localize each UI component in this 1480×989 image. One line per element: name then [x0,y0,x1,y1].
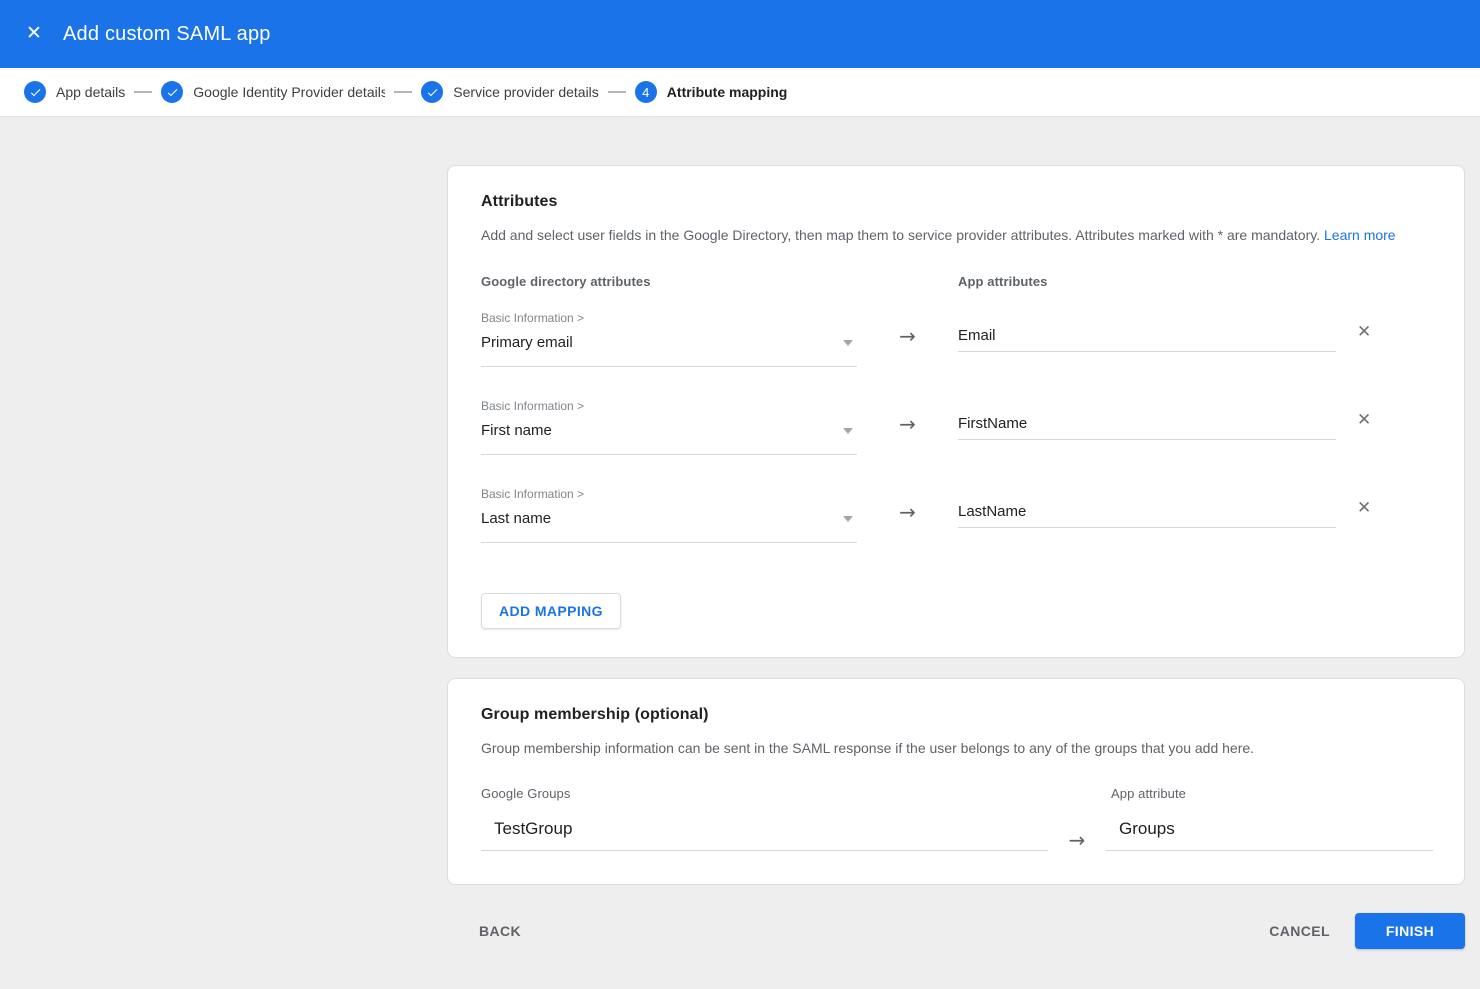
mapping-row: Basic Information > Last name → ✕ [481,487,1431,543]
arrow-right-icon: → [1069,830,1086,850]
dropdown-arrow-icon [843,428,853,434]
group-membership-card: Group membership (optional) Group member… [447,678,1465,885]
step-app-details[interactable]: App details [24,81,125,103]
stepper: App details Google Identity Provider det… [0,68,1480,117]
attribute-select-value: Primary email [481,333,573,353]
column-headers: Google directory attributes App attribut… [481,274,1431,289]
remove-mapping-icon[interactable]: ✕ [1353,408,1375,433]
arrow-right-icon: → [899,326,916,346]
close-icon[interactable]: ✕ [14,14,54,54]
directory-attribute-select[interactable]: Basic Information > First name [481,399,857,455]
step-attribute-mapping[interactable]: 4 Attribute mapping [635,81,788,103]
dialog-title: Add custom SAML app [63,23,271,46]
directory-attribute-select[interactable]: Basic Information > Primary email [481,311,857,367]
group-app-attribute-input[interactable] [1106,819,1433,851]
app-attribute-input[interactable] [958,327,1336,352]
step-number-badge: 4 [635,81,657,103]
attribute-category-label: Basic Information > [481,487,857,502]
app-attribute-input[interactable] [958,503,1336,528]
dialog-header: ✕ Add custom SAML app [0,0,1480,68]
app-attribute-label: App attribute [1111,786,1433,801]
group-app-attribute-field: App attribute [1106,786,1433,851]
footer-actions: BACK CANCEL FINISH [447,913,1465,949]
finish-button[interactable]: FINISH [1355,913,1465,949]
google-groups-label: Google Groups [481,786,1048,801]
attribute-category-label: Basic Information > [481,399,857,414]
google-groups-input[interactable] [481,819,1048,851]
arrow-right-icon: → [899,414,916,434]
mapping-row: Basic Information > First name → ✕ [481,399,1431,455]
group-mapping-row: Google Groups → App attribute [481,786,1431,851]
remove-mapping-icon[interactable]: ✕ [1353,320,1375,345]
step-connector [608,91,626,93]
step-connector [394,91,412,93]
step-label: App details [56,84,125,100]
attribute-select-value: Last name [481,509,551,529]
step-label: Google Identity Provider details [193,84,385,100]
dropdown-arrow-icon [843,340,853,346]
attributes-card: Attributes Add and select user fields in… [447,165,1465,658]
step-connector [134,91,152,93]
attributes-card-description: Add and select user fields in the Google… [481,225,1431,245]
add-mapping-button[interactable]: ADD MAPPING [481,593,621,629]
cancel-button[interactable]: CANCEL [1261,915,1338,947]
arrow-right-icon: → [899,502,916,522]
remove-mapping-icon[interactable]: ✕ [1353,496,1375,521]
main-content: Attributes Add and select user fields in… [447,165,1465,949]
mapping-row: Basic Information > Primary email → ✕ [481,311,1431,367]
check-icon [421,81,443,103]
attribute-category-label: Basic Information > [481,311,857,326]
check-icon [161,81,183,103]
learn-more-link[interactable]: Learn more [1324,227,1396,243]
step-label: Attribute mapping [667,84,788,100]
step-google-idp-details[interactable]: Google Identity Provider details [161,81,385,103]
step-service-provider-details[interactable]: Service provider details [421,81,599,103]
back-button[interactable]: BACK [471,915,529,947]
google-groups-field: Google Groups [481,786,1048,851]
description-text: Add and select user fields in the Google… [481,227,1320,243]
app-attribute-input[interactable] [958,415,1336,440]
group-card-title: Group membership (optional) [481,705,1431,725]
check-icon [24,81,46,103]
attributes-card-title: Attributes [481,192,1431,212]
step-label: Service provider details [453,84,599,100]
group-card-description: Group membership information can be sent… [481,738,1431,758]
attribute-select-value: First name [481,421,552,441]
directory-attributes-column-header: Google directory attributes [481,274,857,289]
dropdown-arrow-icon [843,516,853,522]
directory-attribute-select[interactable]: Basic Information > Last name [481,487,857,543]
app-attributes-column-header: App attributes [958,274,1336,289]
